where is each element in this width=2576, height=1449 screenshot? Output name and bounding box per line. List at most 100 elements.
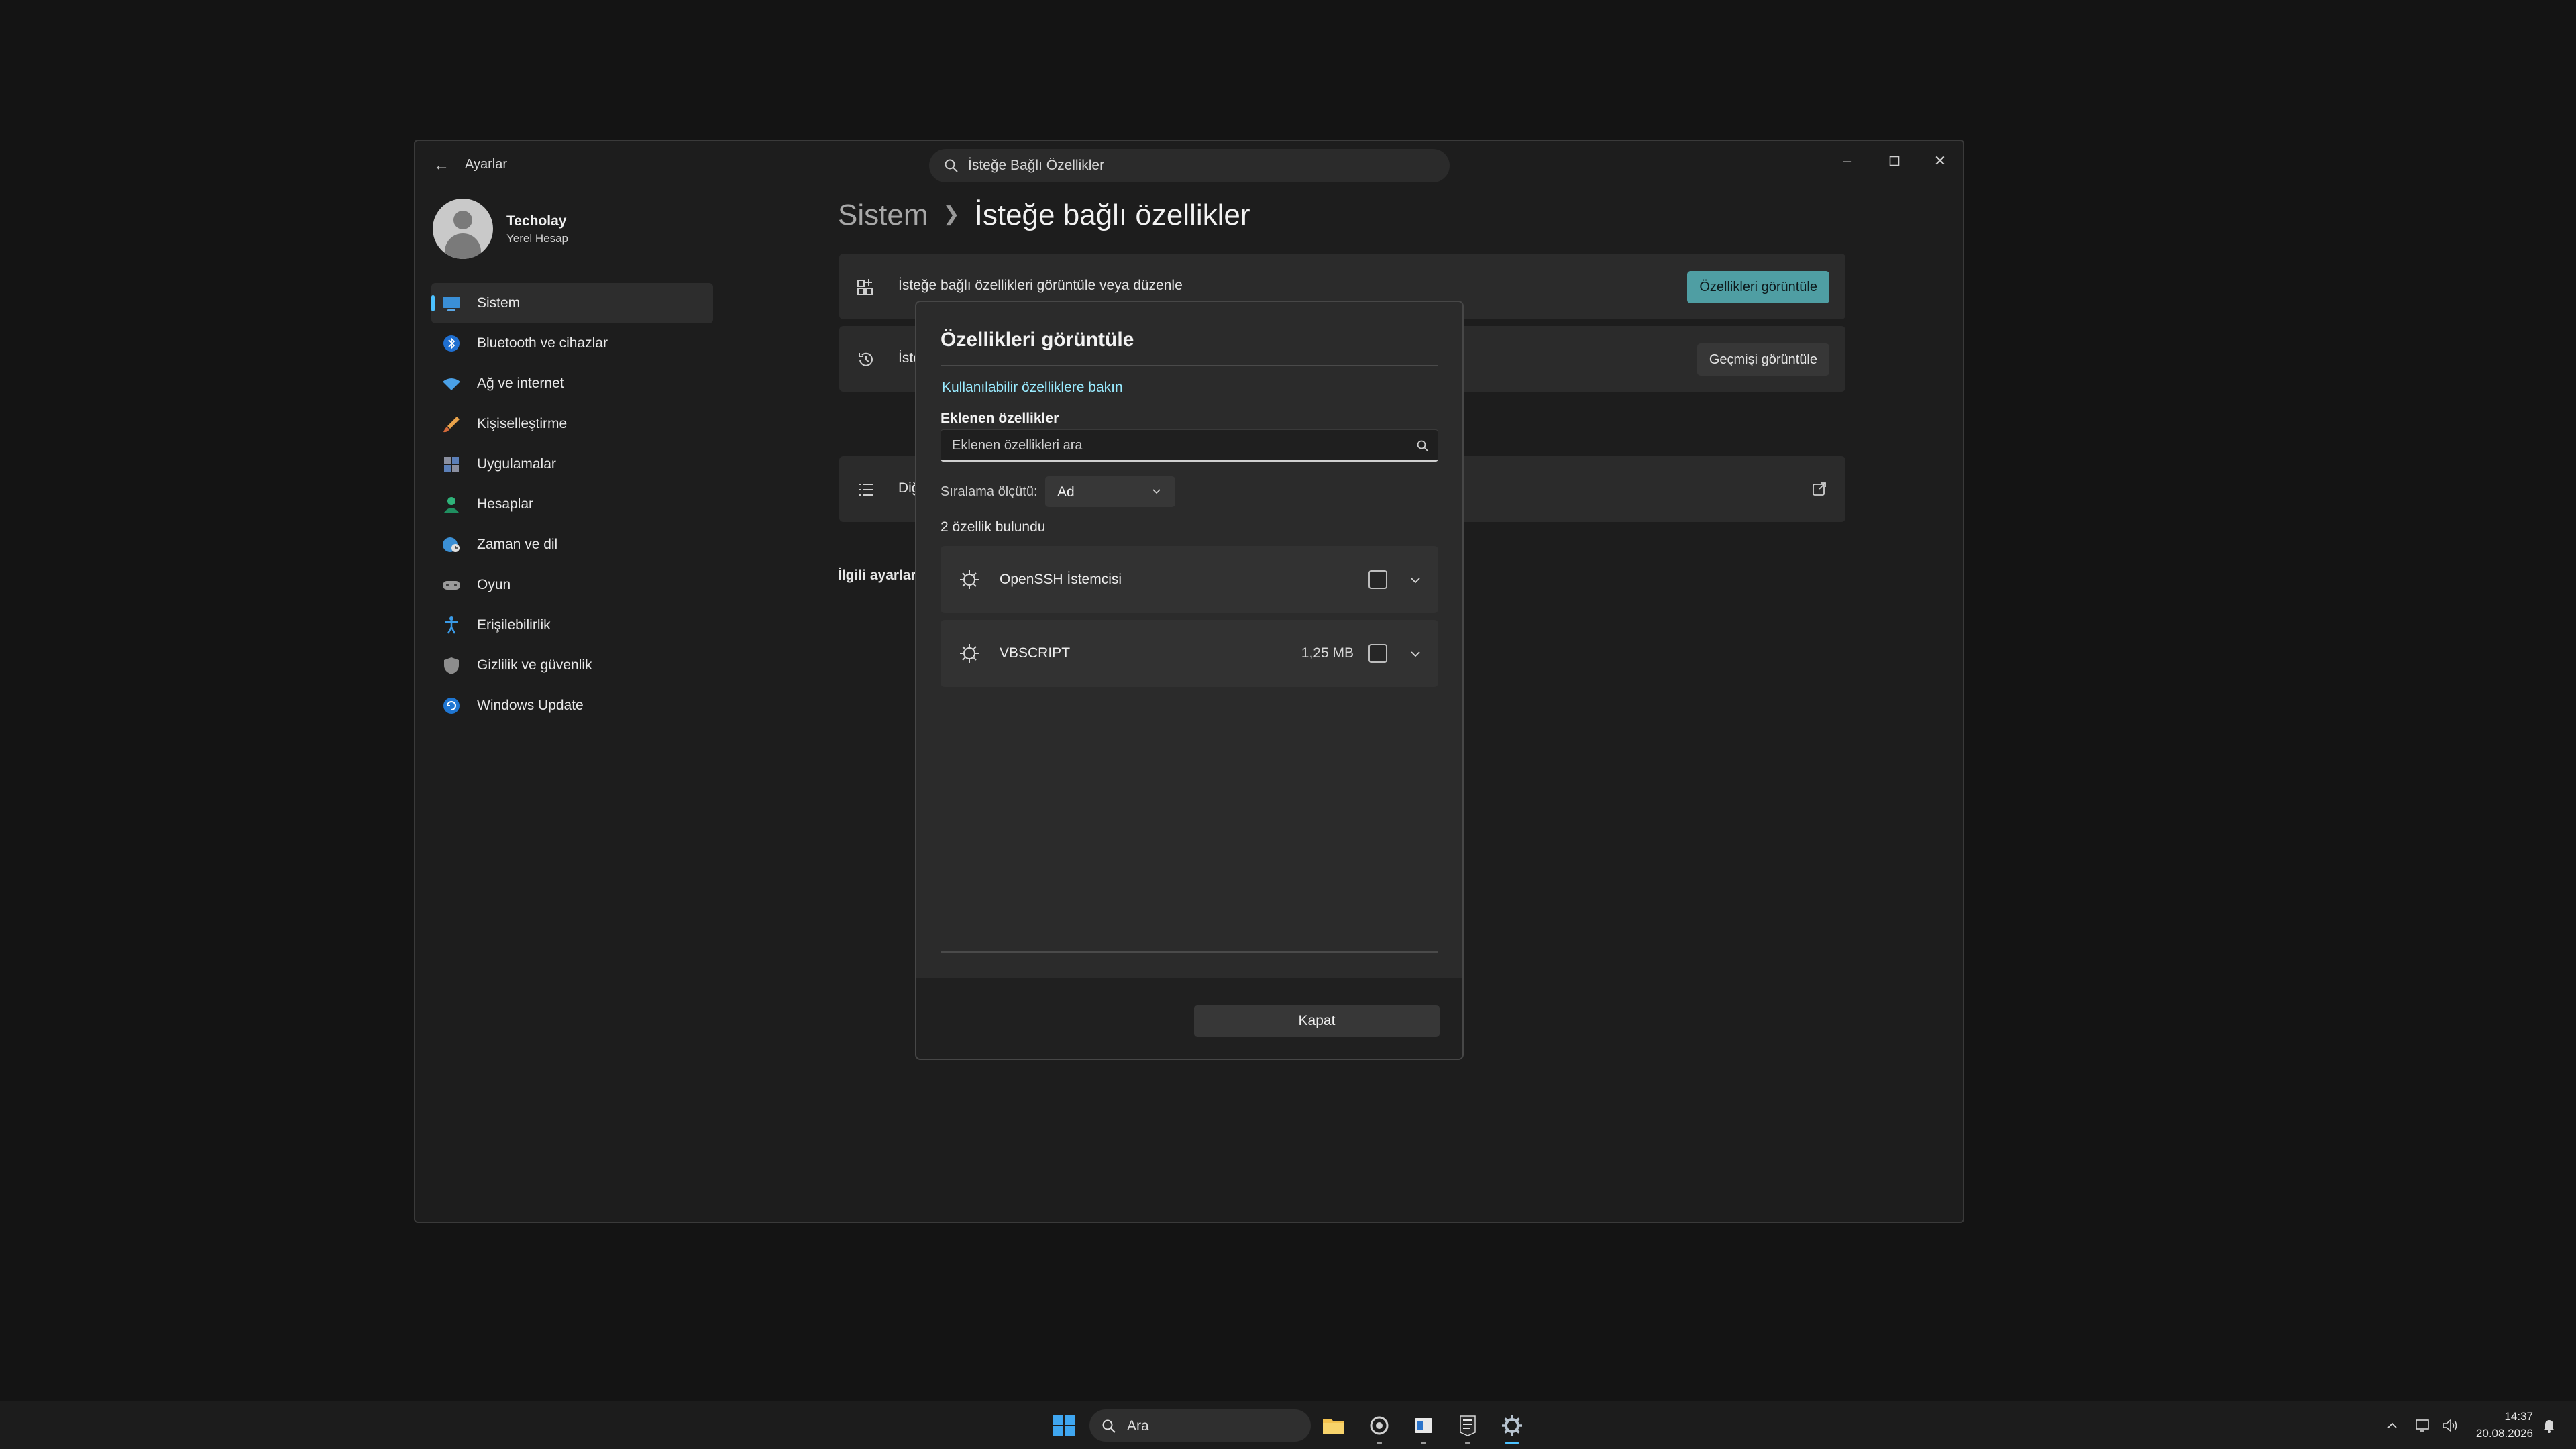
feature-name: OpenSSH İstemcisi [1000, 572, 1122, 587]
puzzle-gear-icon [960, 644, 979, 663]
profile-account-type: Yerel Hesap [506, 232, 568, 245]
settings-search-box[interactable]: İsteğe Bağlı Özellikler [929, 149, 1450, 182]
title-bar: ← Ayarlar İsteğe Bağlı Özellikler – ✕ [415, 141, 1963, 188]
search-icon [1102, 1419, 1116, 1433]
page-title: İsteğe bağlı özellikler [974, 199, 1250, 231]
search-placeholder: Eklenen özellikleri ara [952, 438, 1083, 453]
chevron-down-icon[interactable] [1409, 574, 1422, 587]
installed-features-label: Eklenen özellikler [941, 411, 1059, 426]
windows-start-icon[interactable] [1052, 1413, 1076, 1438]
notification-bell-icon[interactable] [2540, 1416, 2559, 1435]
profile-name: Techolay [506, 213, 567, 229]
list-item[interactable]: VBSCRIPT 1,25 MB [941, 620, 1438, 687]
bluetooth-icon [443, 335, 460, 352]
settings-gear-icon[interactable] [1499, 1412, 1525, 1444]
sidebar-item-privacy-security[interactable]: Gizlilik ve güvenlik [431, 645, 713, 686]
browser-icon[interactable] [1366, 1412, 1393, 1444]
volume-icon[interactable] [2440, 1416, 2459, 1435]
running-indicator [1377, 1442, 1382, 1444]
view-history-button[interactable]: Geçmişi görüntüle [1697, 343, 1829, 376]
feature-name: VBSCRIPT [1000, 645, 1071, 661]
feature-size: 1,25 MB [1301, 645, 1354, 661]
taskbar-search-value: Ara [1127, 1418, 1149, 1434]
network-icon[interactable] [2414, 1416, 2432, 1435]
settings-search-value: İsteğe Bağlı Özellikler [968, 158, 1105, 173]
account-icon [444, 497, 459, 513]
wifi-icon [443, 378, 460, 390]
view-edit-label: İsteğe bağlı özellikleri görüntüle veya … [898, 278, 1183, 293]
sidebar-item-label: Ağ ve internet [477, 376, 564, 391]
clock[interactable]: 14:37 20.08.2026 [2476, 1408, 2533, 1442]
dialog-title: Özellikleri görüntüle [941, 329, 1134, 351]
sidebar-item-personalization[interactable]: Kişiselleştirme [431, 404, 713, 444]
chevron-down-icon[interactable] [1409, 647, 1422, 661]
running-indicator [1421, 1442, 1426, 1444]
avatar [433, 199, 493, 259]
file-explorer-icon[interactable] [1320, 1412, 1347, 1439]
user-profile[interactable]: Techolay Yerel Hesap [433, 199, 674, 260]
sort-label: Sıralama ölçütü: [941, 484, 1038, 499]
sidebar-item-time-language[interactable]: Zaman ve dil [431, 525, 713, 565]
taskbar: Ara 14:37 20.08.2026 [0, 1401, 2576, 1449]
sidebar-item-network[interactable]: Ağ ve internet [431, 364, 713, 404]
chevron-up-icon[interactable] [2383, 1416, 2402, 1435]
brush-icon [443, 417, 460, 433]
sidebar-item-label: Uygulamalar [477, 456, 556, 472]
view-features-dialog: Özellikleri görüntüle Kullanılabilir öze… [915, 301, 1464, 1060]
sidebar-item-windows-update[interactable]: Windows Update [431, 686, 713, 726]
clock-time: 14:37 [2504, 1410, 2533, 1423]
sidebar-item-label: Erişilebilirlik [477, 617, 551, 633]
window-title: Ayarlar [465, 157, 507, 172]
sidebar-item-label: Gizlilik ve güvenlik [477, 657, 592, 673]
puzzle-gear-icon [960, 570, 979, 589]
sidebar-item-bluetooth[interactable]: Bluetooth ve cihazlar [431, 323, 713, 364]
sidebar-item-label: Kişiselleştirme [477, 416, 568, 431]
system-icon [443, 297, 460, 311]
store-app-icon[interactable] [1410, 1412, 1437, 1444]
sidebar-item-label: Windows Update [477, 698, 584, 713]
globe-clock-icon [443, 537, 460, 552]
accessibility-icon [445, 616, 458, 634]
apps-icon [444, 457, 459, 472]
gamepad-icon [443, 581, 460, 590]
chevron-down-icon [1152, 489, 1161, 494]
close-button[interactable]: Kapat [1194, 1005, 1440, 1037]
divider [941, 365, 1438, 366]
running-indicator [1505, 1442, 1519, 1444]
feature-checkbox[interactable] [1368, 570, 1387, 589]
sidebar-item-apps[interactable]: Uygulamalar [431, 444, 713, 484]
dialog-footer: Kapat [916, 978, 1462, 1059]
breadcrumb: Sistem ❯ İsteğe bağlı özellikler [838, 199, 1250, 232]
close-window-button[interactable]: ✕ [1927, 148, 1953, 174]
features-count: 2 özellik bulundu [941, 519, 1046, 535]
sidebar-item-accessibility[interactable]: Erişilebilirlik [431, 605, 713, 645]
sidebar-nav: Sistem Bluetooth ve cihazlar Ağ ve inter… [431, 283, 713, 726]
back-arrow-icon[interactable]: ← [431, 156, 451, 176]
related-settings-heading: İlgili ayarlar [838, 568, 916, 583]
feature-checkbox[interactable] [1368, 644, 1387, 663]
sidebar-item-label: Bluetooth ve cihazlar [477, 335, 608, 351]
sidebar-item-label: Hesaplar [477, 496, 534, 512]
list-icon [859, 484, 873, 496]
sort-dropdown[interactable]: Ad [1045, 476, 1175, 507]
external-link-icon [1813, 482, 1826, 496]
installed-features-search-input[interactable]: Eklenen özellikleri ara [941, 429, 1438, 462]
list-item[interactable]: OpenSSH İstemcisi [941, 546, 1438, 613]
epic-games-icon[interactable] [1454, 1412, 1481, 1444]
update-icon [443, 698, 460, 714]
sidebar-item-label: Sistem [477, 295, 521, 311]
sidebar-item-accounts[interactable]: Hesaplar [431, 484, 713, 525]
chevron-right-icon: ❯ [943, 203, 960, 225]
divider [941, 951, 1438, 953]
available-features-link[interactable]: Kullanılabilir özelliklere bakın [942, 380, 1123, 396]
search-icon [945, 159, 958, 172]
maximize-button[interactable] [1881, 148, 1908, 174]
sidebar-item-gaming[interactable]: Oyun [431, 565, 713, 605]
breadcrumb-parent[interactable]: Sistem [838, 199, 928, 231]
taskbar-search[interactable]: Ara [1089, 1409, 1311, 1442]
search-icon [1417, 440, 1429, 452]
sidebar-item-sistem[interactable]: Sistem [431, 283, 713, 323]
view-features-button[interactable]: Özellikleri görüntüle [1687, 271, 1829, 303]
minimize-button[interactable]: – [1834, 148, 1861, 174]
maximize-icon [1889, 156, 1900, 166]
